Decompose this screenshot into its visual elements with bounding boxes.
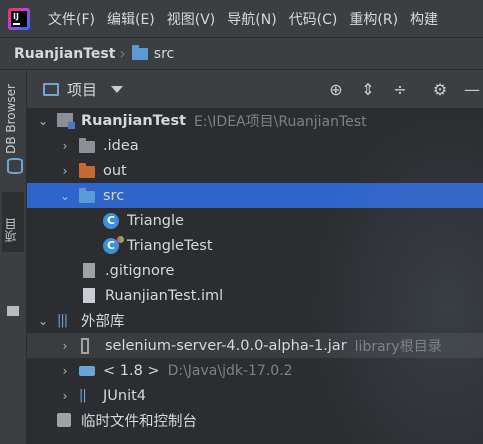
tree-row-external-libs[interactable]: ⌄ ||| 外部库: [27, 308, 483, 333]
java-class-icon: C: [103, 212, 119, 229]
scratches-label: 临时文件和控制台: [81, 414, 197, 430]
collapse-all-icon[interactable]: ÷: [389, 80, 411, 99]
chevron-down-icon[interactable]: [111, 85, 124, 93]
menu-bar: IJ 文件(F) 编辑(E) 视图(V) 导航(N) 代码(C) 重构(R) 构…: [0, 0, 483, 38]
iml-file-icon: [83, 287, 95, 303]
triangle-test-label: TriangleTest: [127, 237, 213, 254]
folder-icon: [131, 44, 148, 60]
chevron-right-icon[interactable]: ›: [57, 139, 73, 153]
menu-code[interactable]: 代码(C): [289, 9, 338, 29]
menu-file[interactable]: 文件(F): [48, 9, 95, 29]
tree-row-selenium[interactable]: › selenium-server-4.0.0-alpha-1.jar libr…: [27, 333, 483, 358]
hide-icon[interactable]: —: [461, 80, 483, 99]
locate-icon[interactable]: ⊕: [325, 80, 347, 99]
tree-row-out[interactable]: › out: [27, 158, 483, 183]
menu-refactor[interactable]: 重构(R): [349, 9, 398, 29]
selenium-note: library根目录: [354, 338, 442, 355]
junit-label: JUnit4: [103, 387, 147, 404]
project-folder-icon: [7, 306, 19, 316]
project-tree: ⌄ RuanjianTest E:\IDEA项目\RuanjianTest › …: [27, 108, 483, 444]
settings-icon[interactable]: ⚙: [429, 80, 451, 99]
chevron-down-icon[interactable]: ⌄: [35, 314, 51, 328]
folder-icon: [79, 188, 95, 203]
database-icon: [7, 158, 23, 174]
gitignore-file-icon: [83, 262, 95, 278]
tree-row-root[interactable]: ⌄ RuanjianTest E:\IDEA项目\RuanjianTest: [27, 108, 483, 133]
breadcrumb-src[interactable]: src: [154, 46, 174, 62]
chevron-right-icon[interactable]: ›: [57, 339, 73, 353]
breadcrumb-project[interactable]: RuanjianTest: [14, 46, 115, 62]
out-label: out: [103, 162, 127, 179]
breadcrumb-separator-icon: ›: [119, 44, 126, 63]
external-libs-label: 外部库: [81, 314, 125, 330]
menu-edit[interactable]: 编辑(E): [107, 9, 155, 29]
gitignore-label: .gitignore: [105, 262, 175, 279]
tree-row-idea[interactable]: › .idea: [27, 133, 483, 158]
project-toolbar: 项目 ⊕ ⇕ ÷ ⚙ —: [27, 70, 483, 108]
src-label: src: [103, 187, 125, 204]
menu-build[interactable]: 构建: [410, 9, 438, 29]
iml-label: RuanjianTest.iml: [105, 287, 224, 304]
selenium-label: selenium-server-4.0.0-alpha-1.jar: [105, 337, 347, 354]
project-view-icon: [43, 82, 59, 96]
chevron-right-icon[interactable]: ›: [57, 389, 73, 403]
tree-row-gitignore[interactable]: .gitignore: [27, 258, 483, 283]
tree-row-triangle[interactable]: C Triangle: [27, 208, 483, 233]
idea-label: .idea: [103, 137, 139, 154]
tree-row-src[interactable]: ⌄ src: [27, 183, 483, 208]
triangle-label: Triangle: [127, 212, 184, 229]
left-tool-strip: DB Browser 项目: [0, 70, 27, 444]
root-path: E:\IDEA项目\RuanjianTest: [194, 113, 367, 130]
project-view-selector[interactable]: 项目: [67, 79, 97, 100]
menu-navigate[interactable]: 导航(N): [227, 9, 276, 29]
chevron-right-icon[interactable]: ›: [57, 164, 73, 178]
tree-row-scratches[interactable]: 临时文件和控制台: [27, 408, 483, 433]
tree-row-iml[interactable]: RuanjianTest.iml: [27, 283, 483, 308]
tree-row-triangle-test[interactable]: C TriangleTest: [27, 233, 483, 258]
chevron-down-icon[interactable]: ⌄: [57, 189, 73, 203]
library-icon: |||: [57, 312, 68, 328]
db-browser-tab[interactable]: DB Browser: [4, 84, 18, 154]
tree-row-jdk[interactable]: › < 1.8 > D:\Java\jdk-17.0.2: [27, 358, 483, 383]
jdk-path: D:\Java\jdk-17.0.2: [167, 362, 293, 379]
tree-row-junit[interactable]: › || JUnit4: [27, 383, 483, 408]
project-tab[interactable]: 项目: [2, 192, 24, 252]
menu-view[interactable]: 视图(V): [167, 9, 216, 29]
expand-all-icon[interactable]: ⇕: [357, 80, 379, 99]
root-name: RuanjianTest: [81, 112, 187, 129]
intellij-logo-icon: IJ: [8, 7, 30, 30]
jar-icon: [81, 337, 89, 354]
folder-icon: [79, 138, 95, 153]
chevron-down-icon[interactable]: ⌄: [35, 114, 51, 128]
jdk-icon: [79, 365, 95, 376]
folder-icon: [79, 163, 95, 178]
project-icon: [57, 112, 75, 129]
scratches-icon: [57, 412, 71, 427]
jdk-label: < 1.8 >: [103, 362, 160, 379]
library-icon: ||: [79, 387, 87, 403]
test-status-icon: [117, 235, 124, 243]
chevron-right-icon[interactable]: ›: [57, 364, 73, 378]
breadcrumb: RuanjianTest › src: [0, 38, 483, 70]
